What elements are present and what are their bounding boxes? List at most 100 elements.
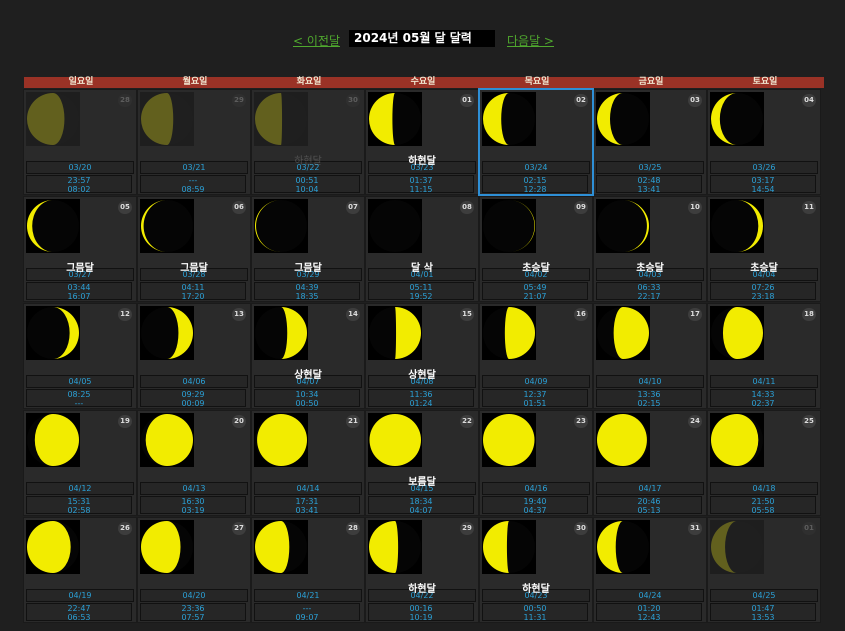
day-cell[interactable]: 23 04/16 19:40 04:37 (479, 410, 593, 516)
day-cell[interactable]: 25 04/18 21:50 05:58 (707, 410, 821, 516)
day-cell[interactable]: 05 그믐달 03/27 03:44 16:07 (23, 196, 137, 302)
moon-phase-icon (26, 413, 80, 467)
day-number-badge: 15 (460, 308, 474, 321)
day-cell[interactable]: 13 04/06 09:29 00:09 (137, 303, 251, 409)
day-number-badge: 30 (574, 522, 588, 535)
day-number-badge: 05 (118, 201, 132, 214)
moonset-time: 12:43 (637, 612, 661, 622)
moon-phase-icon (596, 413, 650, 467)
day-cell[interactable]: 10 초승달 04/03 06:33 22:17 (593, 196, 707, 302)
phase-label: 보름달 (408, 477, 436, 488)
day-cell[interactable]: 20 04/13 16:30 03:19 (137, 410, 251, 516)
phase-label: 그믐달 (180, 263, 208, 274)
day-cell[interactable]: 30 하현달 04/23 00:50 11:31 (479, 517, 593, 623)
moon-phase-icon (482, 306, 536, 360)
lunar-date: 04/20 (140, 589, 248, 602)
moon-times: 00:16 10:19 (368, 603, 474, 621)
next-month-link[interactable]: 다음달 > (507, 32, 554, 49)
day-cell[interactable]: 06 그믐달 03/28 04:11 17:20 (137, 196, 251, 302)
moonset-time: 04:07 (409, 505, 433, 515)
day-number-badge: 20 (232, 415, 246, 428)
day-cell[interactable]: 29 하현달 04/22 00:16 10:19 (365, 517, 479, 623)
day-cell[interactable]: 15 상현달 04/08 11:36 01:24 (365, 303, 479, 409)
weekday-label: 월요일 (182, 77, 208, 87)
day-cell[interactable]: 11 초승달 04/04 07:26 23:18 (707, 196, 821, 302)
phase-label: 달 삭 (411, 263, 433, 274)
moon-times: 15:31 02:58 (26, 496, 132, 514)
day-cell[interactable]: 12 04/05 08:25 --- (23, 303, 137, 409)
moonset-time: 10:19 (409, 612, 433, 622)
lunar-date: 03/21 (140, 161, 248, 174)
day-cell[interactable]: 30 하현달 03/22 00:51 10:04 (251, 89, 365, 195)
moon-times: 04:11 17:20 (140, 282, 246, 300)
moon-phase-icon (596, 199, 650, 253)
lunar-date: 04/16 (482, 482, 590, 495)
day-cell[interactable]: 28 03/20 23:57 08:02 (23, 89, 137, 195)
lunar-date: 03/20 (26, 161, 134, 174)
day-number-badge: 04 (802, 94, 816, 107)
lunar-date: 04/24 (596, 589, 704, 602)
moonset-time: 02:37 (751, 398, 775, 408)
moonset-time: 03:19 (181, 505, 205, 515)
day-cell[interactable]: 22 보름달 04/15 18:34 04:07 (365, 410, 479, 516)
moon-phase-icon (368, 199, 422, 253)
day-cell[interactable]: 04 03/26 03:17 14:54 (707, 89, 821, 195)
lunar-date: 04/13 (140, 482, 248, 495)
day-cell[interactable]: 16 04/09 12:37 01:51 (479, 303, 593, 409)
day-cell[interactable]: 29 03/21 --- 08:59 (137, 89, 251, 195)
moon-phase-icon (710, 92, 764, 146)
phase-label: 초승달 (750, 263, 778, 274)
moonset-time: 13:53 (751, 612, 775, 622)
moon-phase-icon (254, 413, 308, 467)
day-cell[interactable]: 09 초승달 04/02 05:49 21:07 (479, 196, 593, 302)
moon-phase-icon (368, 92, 422, 146)
moonset-time: 10:04 (295, 184, 319, 194)
moon-times: 01:47 13:53 (710, 603, 816, 621)
moonset-time: 05:58 (751, 505, 775, 515)
moon-phase-icon (596, 520, 650, 574)
moon-phase-icon (254, 199, 308, 253)
prev-month-link[interactable]: < 이전달 (293, 32, 340, 49)
day-cell[interactable]: 28 04/21 --- 09:07 (251, 517, 365, 623)
day-cell[interactable]: 19 04/12 15:31 02:58 (23, 410, 137, 516)
moon-phase-icon (26, 520, 80, 574)
moon-phase-icon (482, 520, 536, 574)
day-cell[interactable]: 18 04/11 14:33 02:37 (707, 303, 821, 409)
day-number-badge: 30 (346, 94, 360, 107)
lunar-date: 03/24 (482, 161, 590, 174)
day-cell[interactable]: 26 04/19 22:47 06:53 (23, 517, 137, 623)
moon-times: 19:40 04:37 (482, 496, 588, 514)
moonset-time: 01:24 (409, 398, 433, 408)
moon-phase-icon (254, 520, 308, 574)
moon-phase-icon (140, 413, 194, 467)
moon-phase-icon (368, 520, 422, 574)
moonset-time: 13:41 (637, 184, 661, 194)
day-cell[interactable]: 07 그믐달 03/29 04:39 18:35 (251, 196, 365, 302)
day-cell[interactable]: 03 03/25 02:48 13:41 (593, 89, 707, 195)
day-cell[interactable]: 02 03/24 02:15 12:28 (478, 88, 594, 196)
day-number-badge: 24 (688, 415, 702, 428)
day-cell[interactable]: 14 상현달 04/07 10:34 00:50 (251, 303, 365, 409)
moon-times: 05:11 19:52 (368, 282, 474, 300)
moonset-time: 11:31 (523, 612, 547, 622)
phase-label: 하현달 (408, 156, 436, 167)
moon-phase-icon (140, 520, 194, 574)
lunar-date: 04/11 (710, 375, 818, 388)
day-cell[interactable]: 27 04/20 23:36 07:57 (137, 517, 251, 623)
day-cell[interactable]: 08 달 삭 04/01 05:11 19:52 (365, 196, 479, 302)
weekday-header: 일요일 월요일 화요일 수요일 목요일 금요일 토요일 (24, 77, 824, 88)
day-number-badge: 03 (688, 94, 702, 107)
day-cell[interactable]: 24 04/17 20:46 05:13 (593, 410, 707, 516)
moon-times: 06:33 22:17 (596, 282, 702, 300)
phase-label: 상현달 (294, 370, 322, 381)
day-cell[interactable]: 17 04/10 13:36 02:15 (593, 303, 707, 409)
day-cell[interactable]: 01 하현달 03/23 01:37 11:15 (365, 89, 479, 195)
moonset-time: 02:15 (637, 398, 661, 408)
day-cell[interactable]: 21 04/14 17:31 03:41 (251, 410, 365, 516)
day-number-badge: 09 (574, 201, 588, 214)
day-cell[interactable]: 31 04/24 01:20 12:43 (593, 517, 707, 623)
moon-phase-icon (596, 306, 650, 360)
moon-times: 09:29 00:09 (140, 389, 246, 407)
day-cell[interactable]: 01 04/25 01:47 13:53 (707, 517, 821, 623)
moonset-time: 05:13 (637, 505, 661, 515)
